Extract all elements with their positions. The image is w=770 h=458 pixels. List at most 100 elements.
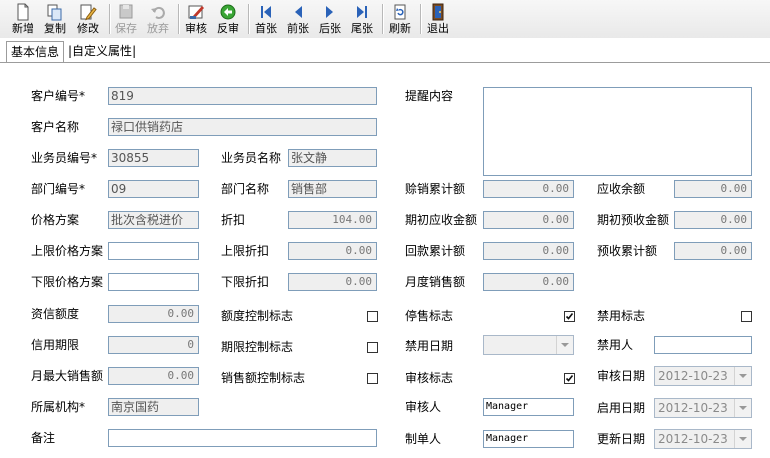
credit-amount-field[interactable]: 0.00 [108, 305, 199, 323]
creator-field[interactable]: Manager [483, 430, 574, 448]
new-button[interactable]: 新增 [8, 1, 38, 37]
initial-prepaid-field[interactable]: 0.00 [674, 211, 752, 229]
dept-name-label: 部门名称 [221, 182, 270, 196]
credit-sales-total-label: 赊销累计额 [405, 182, 466, 196]
lower-price-plan-field[interactable] [108, 273, 199, 291]
customer-code-field[interactable]: 819 [108, 87, 377, 105]
unaudit-button[interactable]: 反审 [214, 1, 242, 37]
checkmark-icon [565, 313, 574, 320]
enable-date-picker[interactable]: 2012-10-23 [654, 398, 752, 418]
first-record-button[interactable]: 首张 [252, 1, 280, 37]
credit-sales-total-field[interactable]: 0.00 [483, 180, 574, 198]
credit-period-field[interactable]: 0 [108, 336, 199, 354]
disabled-flag-label: 禁用标志 [597, 309, 646, 323]
save-icon [119, 4, 133, 19]
audit-date-label: 审核日期 [597, 369, 646, 383]
initial-prepaid-label: 期初预收金额 [597, 213, 670, 227]
customer-name-field[interactable]: 禄口供销药店 [108, 118, 377, 136]
dept-name-field[interactable]: 销售部 [288, 180, 377, 198]
auditor-label: 审核人 [405, 400, 442, 414]
discount-field[interactable]: 104.00 [288, 211, 377, 229]
checkmark-icon [565, 375, 574, 382]
customer-code-label: 客户编号* [31, 89, 86, 103]
stop-date-label: 禁用日期 [405, 339, 454, 353]
disabled-flag-checkbox[interactable] [741, 311, 752, 322]
monthly-sales-field[interactable]: 0.00 [483, 273, 574, 291]
prev-record-button[interactable]: 前张 [284, 1, 312, 37]
amount-ctrl-checkbox[interactable] [367, 311, 378, 322]
undo-icon [151, 6, 165, 19]
update-date-picker[interactable]: 2012-10-23 [654, 429, 752, 449]
payment-total-field[interactable]: 0.00 [483, 242, 574, 260]
sales-ctrl-checkbox[interactable] [367, 373, 378, 384]
audit-flag-checkbox[interactable] [564, 373, 575, 384]
discount-label: 折扣 [221, 213, 246, 227]
upper-discount-label: 上限折扣 [221, 244, 270, 258]
price-plan-label: 价格方案 [31, 213, 80, 227]
audit-button[interactable]: 审核 [182, 1, 210, 37]
green-arrow-icon [220, 4, 236, 20]
last-record-button[interactable]: 尾张 [348, 1, 376, 37]
customer-name-label: 客户名称 [31, 120, 80, 134]
stop-sale-checkbox[interactable] [564, 311, 575, 322]
new-document-icon [17, 3, 29, 21]
next-icon [326, 6, 333, 18]
upper-price-plan-field[interactable] [108, 242, 199, 260]
dept-code-field[interactable]: 09 [108, 180, 199, 198]
exit-door-icon [432, 3, 444, 21]
tab-custom-attributes[interactable]: |自定义属性| [68, 41, 136, 61]
salesman-name-field[interactable]: 张文静 [288, 149, 377, 167]
lower-price-plan-label: 下限价格方案 [31, 275, 104, 289]
dropdown-arrow-icon[interactable] [734, 399, 751, 417]
reminder-textarea[interactable] [483, 87, 752, 176]
salesman-code-field[interactable]: 30855 [108, 149, 199, 167]
stop-sale-label: 停售标志 [405, 309, 454, 323]
edit-icon [80, 4, 97, 21]
toolbar: 新增 复制 修改 保存 放弃 审核 反审 首张 前张 后张 尾张 刷新 退出 [0, 0, 770, 39]
update-date-label: 更新日期 [597, 432, 646, 446]
credit-period-label: 信用期限 [31, 338, 80, 352]
prev-icon [295, 6, 302, 18]
edit-button[interactable]: 修改 [73, 1, 103, 37]
period-ctrl-checkbox[interactable] [367, 342, 378, 353]
first-icon [261, 6, 271, 18]
audit-date-picker[interactable]: 2012-10-23 [654, 366, 752, 386]
disabled-by-field[interactable] [654, 336, 752, 354]
remark-field[interactable] [108, 429, 377, 447]
reminder-label: 提醒内容 [405, 89, 454, 103]
dropdown-arrow-icon[interactable] [556, 336, 573, 354]
initial-receivable-label: 期初应收金额 [405, 213, 478, 227]
refresh-icon [394, 4, 406, 20]
undo-button[interactable]: 放弃 [144, 1, 172, 37]
tab-basic-info[interactable]: 基本信息 [6, 41, 65, 62]
lower-discount-field[interactable]: 0.00 [288, 273, 377, 291]
refresh-button[interactable]: 刷新 [386, 1, 414, 37]
salesman-code-label: 业务员编号* [31, 151, 98, 165]
payment-total-label: 回款累计额 [405, 244, 466, 258]
exit-button[interactable]: 退出 [424, 1, 452, 37]
upper-discount-field[interactable]: 0.00 [288, 242, 377, 260]
sales-ctrl-label: 销售额控制标志 [221, 371, 306, 385]
credit-amount-label: 资信额度 [31, 307, 80, 321]
upper-price-plan-label: 上限价格方案 [31, 244, 104, 258]
stop-date-picker[interactable] [483, 335, 574, 355]
auditor-field[interactable]: Manager [483, 398, 574, 416]
tab-strip: 基本信息 |自定义属性| [0, 38, 770, 62]
amount-ctrl-label: 额度控制标志 [221, 309, 294, 323]
initial-receivable-field[interactable]: 0.00 [483, 211, 574, 229]
receivable-balance-field[interactable]: 0.00 [674, 180, 752, 198]
prepaid-total-label: 预收累计额 [597, 244, 658, 258]
dropdown-arrow-icon[interactable] [734, 367, 751, 385]
audit-stamp-icon [188, 5, 204, 19]
dropdown-arrow-icon[interactable] [734, 430, 751, 448]
org-label: 所属机构* [31, 400, 86, 414]
next-record-button[interactable]: 后张 [316, 1, 344, 37]
prepaid-total-field[interactable]: 0.00 [674, 242, 752, 260]
copy-button[interactable]: 复制 [40, 1, 70, 37]
price-plan-field[interactable]: 批次含税进价 [108, 211, 199, 229]
max-monthly-sales-field[interactable]: 0.00 [108, 367, 199, 385]
org-field[interactable]: 南京国药 [108, 398, 199, 416]
last-icon [357, 6, 367, 18]
save-button[interactable]: 保存 [112, 1, 140, 37]
salesman-name-label: 业务员名称 [221, 151, 282, 165]
